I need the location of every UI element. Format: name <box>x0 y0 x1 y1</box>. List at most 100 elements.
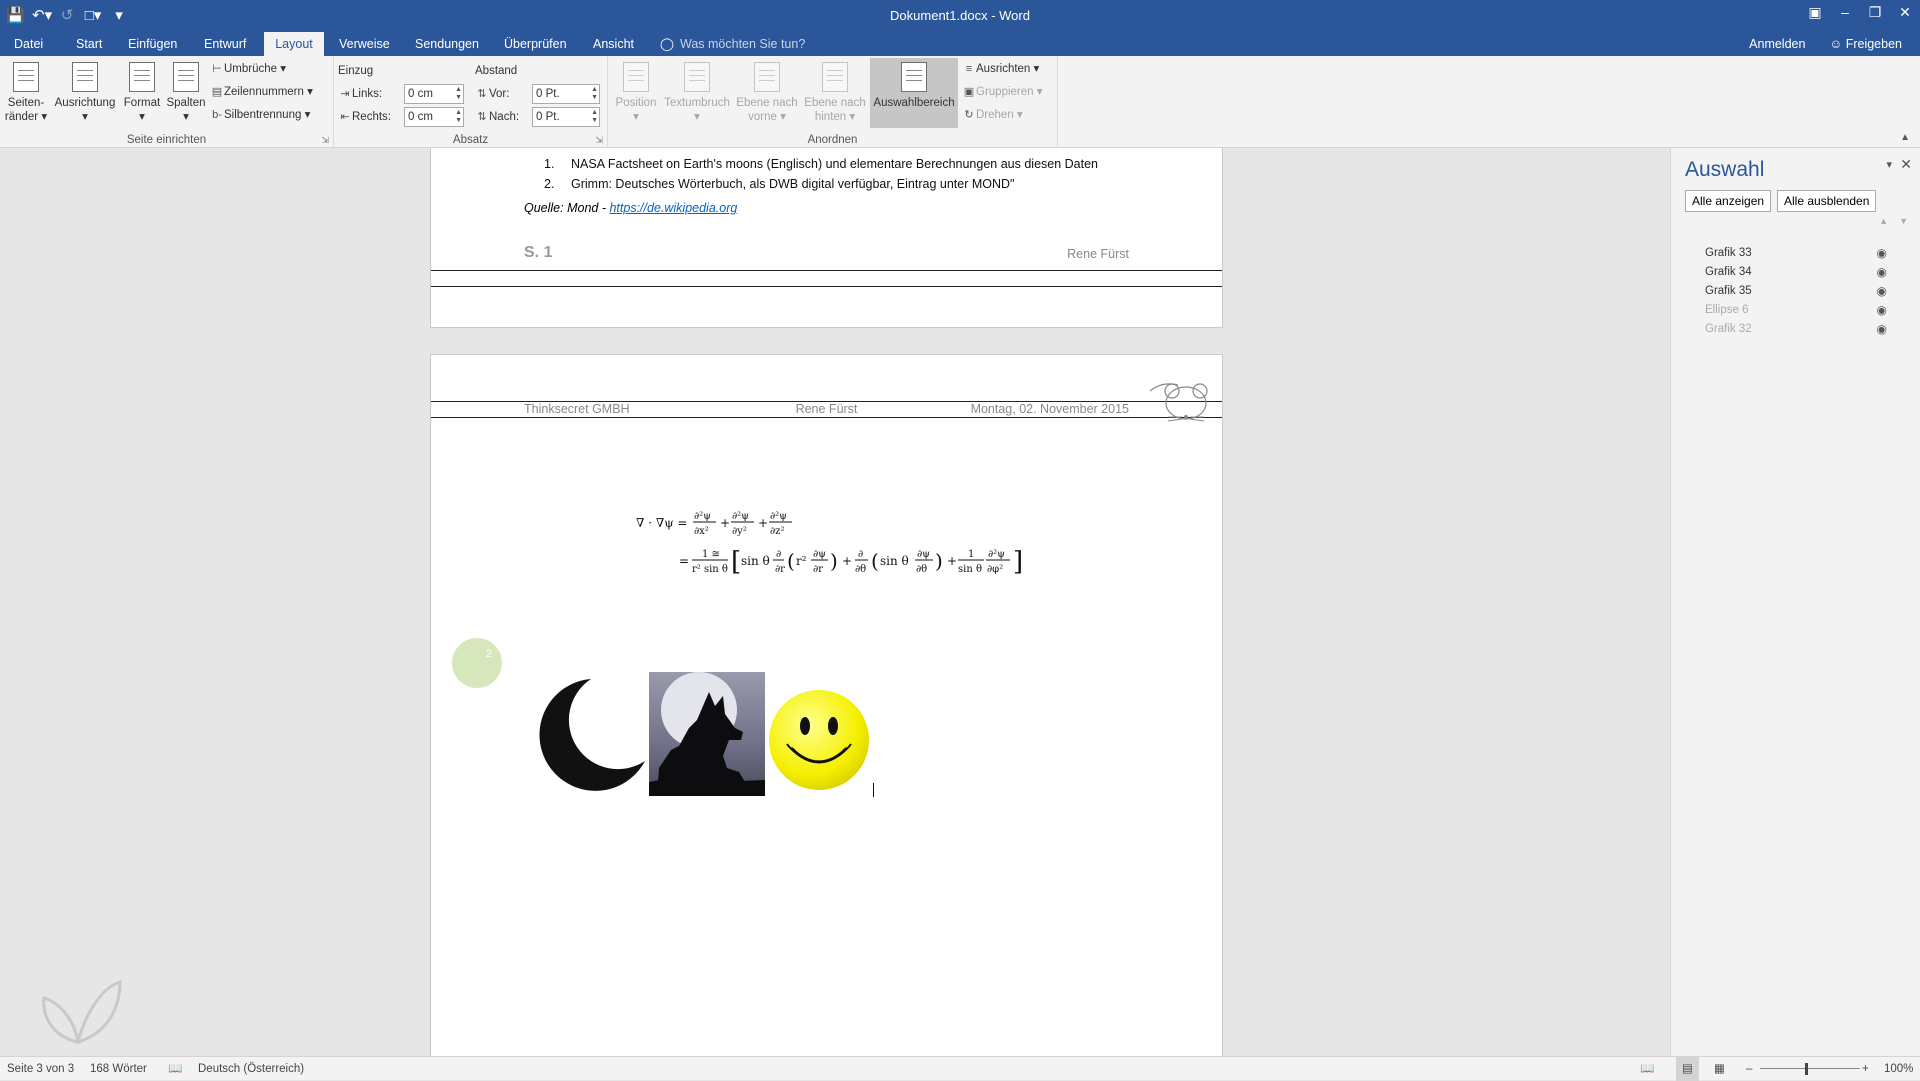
silbentrennung-button[interactable]: b- Silbentrennung ▾ <box>210 106 310 124</box>
language-indicator[interactable]: Deutsch (Österreich) <box>198 1057 304 1081</box>
signin-link[interactable]: Anmelden <box>1749 32 1805 56</box>
ausrichtung-button[interactable]: Ausrichtung ▾ <box>52 56 118 124</box>
footer-divider <box>431 270 1222 271</box>
header-date: Montag, 02. November 2015 <box>970 402 1129 416</box>
bring-forward-icon[interactable]: ▲ <box>1879 216 1888 226</box>
tab-einfuegen[interactable]: Einfügen <box>120 32 185 56</box>
seitenraender-button[interactable]: Seiten- ränder ▾ <box>4 56 48 124</box>
svg-text:∂r: ∂r <box>775 564 785 575</box>
eye-icon[interactable]: ◉ <box>1877 282 1887 301</box>
indent-right-icon: ⇤ <box>340 111 350 123</box>
spinner-icon[interactable]: ▲ ▼ <box>455 109 462 125</box>
crescent-moon-graphic[interactable] <box>531 675 647 793</box>
zoom-slider[interactable] <box>1760 1068 1860 1069</box>
page-2: Thinksecret GMBH Rene Fürst Montag, 02. … <box>430 354 1223 1056</box>
indent-right-label: ⇤ Rechts: <box>338 108 391 126</box>
bring-forward-button[interactable]: Ebene nach vorne ▾ <box>734 56 800 124</box>
tab-layout[interactable]: Layout <box>264 32 324 56</box>
show-all-button[interactable]: Alle anzeigen <box>1685 190 1772 212</box>
zeilennummern-button[interactable]: ▤ Zeilennummern ▾ <box>210 83 313 101</box>
tab-verweise[interactable]: Verweise <box>331 32 398 56</box>
minimize-icon[interactable]: – <box>1830 0 1860 32</box>
selection-item[interactable]: Grafik 34 ◉ <box>1705 263 1905 282</box>
tell-me-box[interactable]: ◯ Was möchten Sie tun? <box>660 32 805 56</box>
ellipse-shape[interactable]: 2 <box>452 638 502 688</box>
send-backward-button[interactable]: Ebene nach hinten ▾ <box>802 56 868 124</box>
eye-icon[interactable]: ◉ <box>1877 263 1887 282</box>
source-link[interactable]: https://de.wikipedia.org <box>609 201 737 215</box>
spacing-before-icon: ⇅ <box>477 88 487 100</box>
restore-icon[interactable]: ❐ <box>1860 0 1890 32</box>
tab-ueberpruefen[interactable]: Überprüfen <box>496 32 575 56</box>
auswahlbereich-button[interactable]: Auswahlbereich <box>870 58 958 128</box>
ribbon-display-icon[interactable]: ▣ <box>1800 0 1830 32</box>
umbrueche-button[interactable]: ⊢ Umbrüche ▾ <box>210 60 286 78</box>
indent-right-field[interactable]: 0 cm ▲ ▼ <box>404 107 464 127</box>
tab-ansicht[interactable]: Ansicht <box>585 32 642 56</box>
collapse-ribbon-icon[interactable]: ▲ <box>1900 132 1910 143</box>
hide-all-button[interactable]: Alle ausblenden <box>1777 190 1877 212</box>
share-button[interactable]: ☺ Freigeben <box>1829 32 1902 56</box>
eye-icon[interactable]: ◉ <box>1877 244 1887 263</box>
smiley-graphic[interactable] <box>767 688 871 792</box>
svg-text:∂: ∂ <box>776 549 781 560</box>
web-layout-icon[interactable]: ▦ <box>1714 1057 1725 1081</box>
page-indicator[interactable]: Seite 3 von 3 <box>7 1057 74 1081</box>
eye-icon[interactable]: ◉ <box>1877 320 1887 339</box>
tab-entwurf[interactable]: Entwurf <box>196 32 254 56</box>
selection-item[interactable]: Grafik 32 ◉ <box>1705 320 1905 339</box>
send-backward-icon[interactable]: ▼ <box>1899 216 1908 226</box>
svg-text:(: ( <box>871 549 879 573</box>
pane-options-icon[interactable]: ▾ <box>1886 158 1892 171</box>
wolf-picture[interactable] <box>649 672 765 796</box>
ausrichten-button[interactable]: ≡ Ausrichten ▾ <box>962 60 1040 78</box>
tab-datei[interactable]: Datei <box>6 32 51 56</box>
format-button[interactable]: Format ▾ <box>120 56 164 124</box>
butterfly-logo-icon <box>42 979 122 1045</box>
svg-text:+: + <box>720 516 730 530</box>
pane-close-icon[interactable]: ✕ <box>1900 156 1912 173</box>
equation[interactable]: ∇ · ∇ψ = ∂²ψ ∂x² + ∂²ψ ∂y² + ∂²ψ ∂z² = 1 ≅ r… <box>636 507 1036 591</box>
spacing-before-field[interactable]: 0 Pt. ▲ ▼ <box>532 84 600 104</box>
svg-text:∂ψ: ∂ψ <box>917 549 930 560</box>
zoom-out-icon[interactable]: – <box>1746 1057 1752 1081</box>
reference-list: 1. NASA Factsheet on Earth's moons (Engli… <box>544 154 1098 194</box>
word-count[interactable]: 168 Wörter <box>90 1057 147 1081</box>
svg-text:1: 1 <box>968 549 974 560</box>
dialog-launcher-icon[interactable]: ⇲ <box>321 135 329 146</box>
read-mode-icon[interactable]: 📖 <box>1640 1057 1654 1081</box>
page-1: 1. NASA Factsheet on Earth's moons (Engli… <box>430 148 1223 328</box>
indent-left-field[interactable]: 0 cm ▲ ▼ <box>404 84 464 104</box>
drehen-button[interactable]: ↻ Drehen ▾ <box>962 106 1022 124</box>
mouse-logo-icon <box>1149 383 1208 422</box>
selection-item[interactable]: Grafik 33 ◉ <box>1705 244 1905 263</box>
ausrichtung-label: Ausrichtung <box>54 97 116 109</box>
spinner-icon[interactable]: ▲ ▼ <box>455 86 462 102</box>
selection-item[interactable]: Grafik 35 ◉ <box>1705 282 1905 301</box>
close-icon[interactable]: ✕ <box>1890 0 1920 32</box>
gruppieren-button[interactable]: ▣ Gruppieren ▾ <box>962 83 1043 101</box>
tab-start[interactable]: Start <box>68 32 110 56</box>
position-button[interactable]: Position ▾ <box>614 56 658 124</box>
zoom-level[interactable]: 100% <box>1884 1057 1913 1081</box>
print-layout-icon[interactable]: ▤ <box>1676 1057 1699 1081</box>
pane-title: Auswahl <box>1685 158 1765 181</box>
eye-icon[interactable]: ◉ <box>1877 301 1887 320</box>
textumbruch-button[interactable]: Textumbruch ▾ <box>662 56 732 124</box>
selection-item[interactable]: Ellipse 6 ◉ <box>1705 301 1905 320</box>
svg-text:∂r: ∂r <box>813 564 823 575</box>
proofing-icon[interactable]: 📖 <box>168 1057 182 1081</box>
svg-text:+: + <box>842 554 852 568</box>
spinner-icon[interactable]: ▲ ▼ <box>591 109 598 125</box>
footer-page-number: S. 1 <box>524 244 553 261</box>
drehen-label: Drehen <box>976 109 1014 121</box>
spacing-after-value: 0 Pt. <box>536 111 560 123</box>
zoom-in-icon[interactable]: + <box>1862 1057 1869 1081</box>
dialog-launcher-icon[interactable]: ⇲ <box>595 135 603 146</box>
spacing-after-field[interactable]: 0 Pt. ▲ ▼ <box>532 107 600 127</box>
tab-sendungen[interactable]: Sendungen <box>407 32 487 56</box>
group-absatz: Einzug ⇥ Links: 0 cm ▲ ▼ ⇤ Rechts: 0 cm ▲ ▼ Ab… <box>334 56 608 148</box>
spinner-icon[interactable]: ▲ ▼ <box>591 86 598 102</box>
zoom-slider-thumb[interactable] <box>1805 1063 1808 1075</box>
spalten-button[interactable]: Spalten ▾ <box>164 56 208 124</box>
